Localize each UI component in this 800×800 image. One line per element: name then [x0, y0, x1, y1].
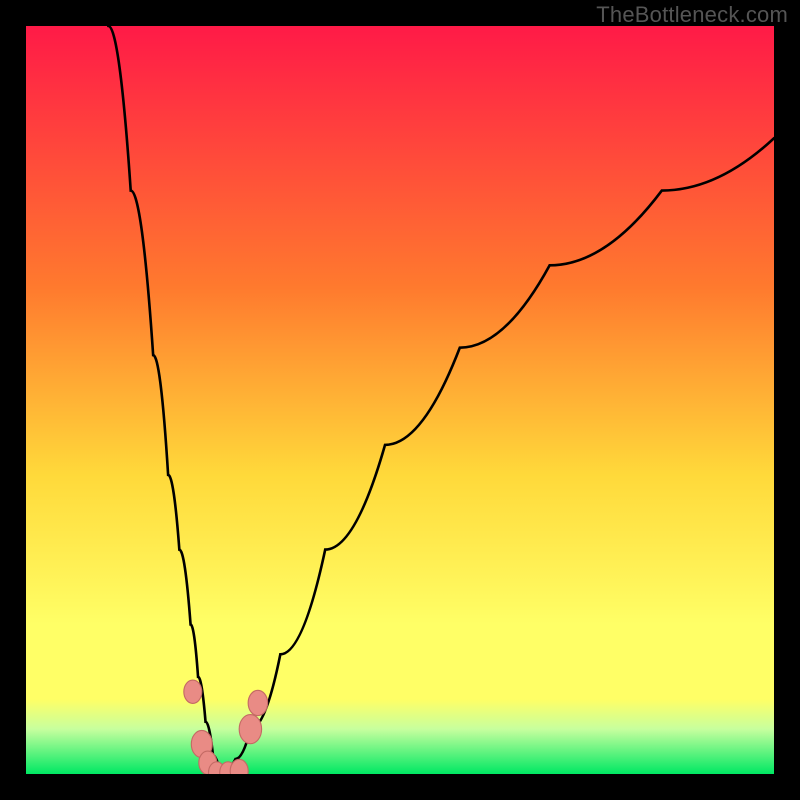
plot-area — [26, 26, 774, 774]
data-marker — [248, 690, 267, 715]
data-markers — [184, 680, 268, 774]
data-marker — [239, 715, 261, 744]
bottleneck-curve — [26, 26, 774, 774]
chart-frame: TheBottleneck.com — [0, 0, 800, 800]
watermark-text: TheBottleneck.com — [596, 2, 788, 28]
data-marker — [184, 680, 202, 703]
curve-left-branch — [108, 26, 220, 774]
curve-right-branch — [220, 138, 774, 774]
